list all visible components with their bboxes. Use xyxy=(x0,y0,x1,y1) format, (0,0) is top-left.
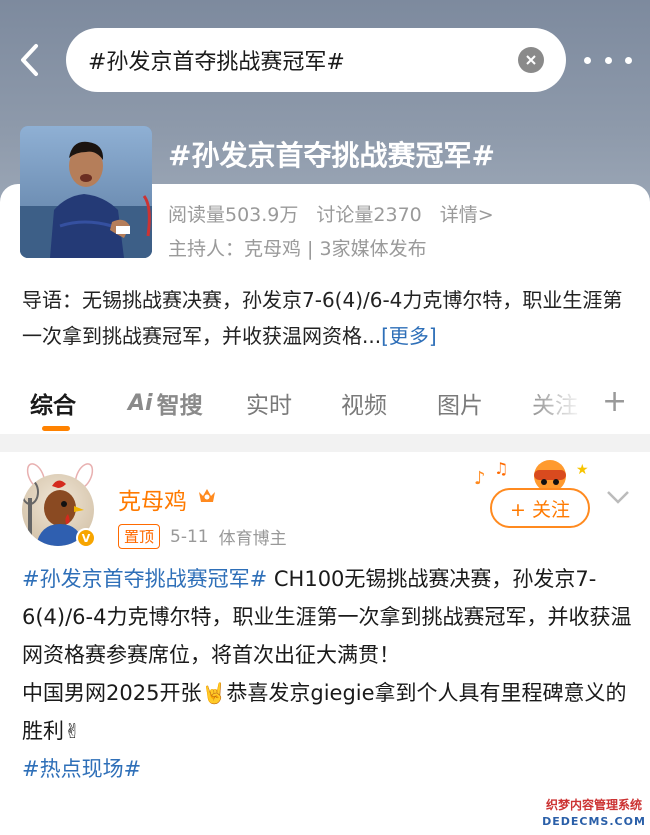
avatar[interactable]: V xyxy=(18,463,102,550)
more-link[interactable]: [更多] xyxy=(381,324,437,348)
tab-label: 图片 xyxy=(437,393,483,419)
post-source: 体育博主 xyxy=(218,529,287,549)
top-bar: #孙发京首夺挑战赛冠军# xyxy=(0,22,650,100)
more-dot-icon xyxy=(604,56,612,64)
weibo-post: V 克母鸡 置顶 5-11 体育博主 ♪ ♫ ★ + 关注 #孙发京首夺挑战赛冠… xyxy=(0,452,650,835)
tab-label: 综合 xyxy=(30,393,76,419)
svg-text:♪: ♪ xyxy=(474,468,486,489)
section-divider xyxy=(0,434,650,452)
search-query-text: #孙发京首夺挑战赛冠军# xyxy=(88,50,345,75)
intro-text: 导语：无锡挑战赛决赛，孙发京7-6(4)/6-4力克博尔特，职业生涯第一次拿到挑… xyxy=(22,288,623,348)
clear-search-button[interactable] xyxy=(518,47,544,73)
more-options-button[interactable] xyxy=(584,46,632,74)
tab-label: 智搜 xyxy=(156,393,203,419)
active-tab-indicator xyxy=(42,426,70,431)
tab-comprehensive[interactable]: 综合 xyxy=(30,386,76,420)
rock-hand-emoji-icon: 🤘 xyxy=(201,681,227,705)
post-text: 中国男网2025开张 xyxy=(22,681,202,705)
watermark-line: DEDECMS.COM xyxy=(542,815,646,828)
tab-fade-overlay xyxy=(520,374,600,432)
more-dot-icon xyxy=(625,56,632,64)
back-button[interactable] xyxy=(10,38,50,82)
tab-label: 视频 xyxy=(341,393,387,419)
topic-title: #孙发京首夺挑战赛冠军# xyxy=(168,139,495,172)
hashtag-link[interactable]: #热点现场# xyxy=(22,757,141,781)
chevron-down-icon[interactable] xyxy=(604,484,632,508)
post-meta: 置顶 5-11 体育博主 xyxy=(118,524,287,549)
topic-stats: 阅读量503.9万 讨论量2370 详情> xyxy=(168,200,494,227)
watermark-line: 织梦内容管理系统 xyxy=(545,798,642,812)
pinned-badge: 置顶 xyxy=(118,524,161,549)
member-crown-icon xyxy=(199,489,215,502)
site-watermark: 织梦内容管理系统 DEDECMS.COM xyxy=(538,796,650,835)
follow-button[interactable]: + 关注 xyxy=(490,488,590,528)
tab-images[interactable]: 图片 xyxy=(437,386,483,420)
svg-text:★: ★ xyxy=(576,462,589,478)
svg-text:♫: ♫ xyxy=(494,459,508,478)
topic-intro: 导语：无锡挑战赛决赛，孙发京7-6(4)/6-4力克博尔特，职业生涯第一次拿到挑… xyxy=(22,282,632,354)
tab-bar: 综合 Ai 智搜 实时 视频 图片 关注 + xyxy=(0,374,650,432)
tab-label: 实时 xyxy=(246,393,292,419)
details-link[interactable]: 详情> xyxy=(440,200,494,227)
tennis-player-photo xyxy=(20,126,152,258)
read-count: 阅读量503.9万 xyxy=(168,204,299,226)
verified-badge-icon: V xyxy=(76,528,96,548)
topic-cover-image xyxy=(20,126,152,258)
tab-realtime[interactable]: 实时 xyxy=(246,386,292,420)
back-arrow-icon xyxy=(21,44,38,76)
close-icon xyxy=(526,55,536,65)
victory-hand-emoji-icon: ✌ xyxy=(64,719,81,743)
search-input[interactable]: #孙发京首夺挑战赛冠军# xyxy=(66,28,566,92)
ai-logo-icon: Ai xyxy=(128,390,153,416)
post-content: #孙发京首夺挑战赛冠军# CH100无锡挑战赛决赛，孙发京7-6(4)/6-4力… xyxy=(22,560,632,788)
topic-host: 主持人：克母鸡 | 3家媒体发布 xyxy=(168,238,427,260)
tab-video[interactable]: 视频 xyxy=(341,386,387,420)
author-name[interactable]: 克母鸡 xyxy=(118,482,187,516)
more-dot-icon xyxy=(584,56,591,64)
hashtag-link[interactable]: #孙发京首夺挑战赛冠军# xyxy=(22,567,267,591)
post-date: 5-11 xyxy=(170,526,209,547)
discussion-count: 讨论量2370 xyxy=(316,204,422,226)
add-tab-button[interactable]: + xyxy=(602,384,627,419)
tab-ai-search[interactable]: Ai 智搜 xyxy=(128,386,203,420)
